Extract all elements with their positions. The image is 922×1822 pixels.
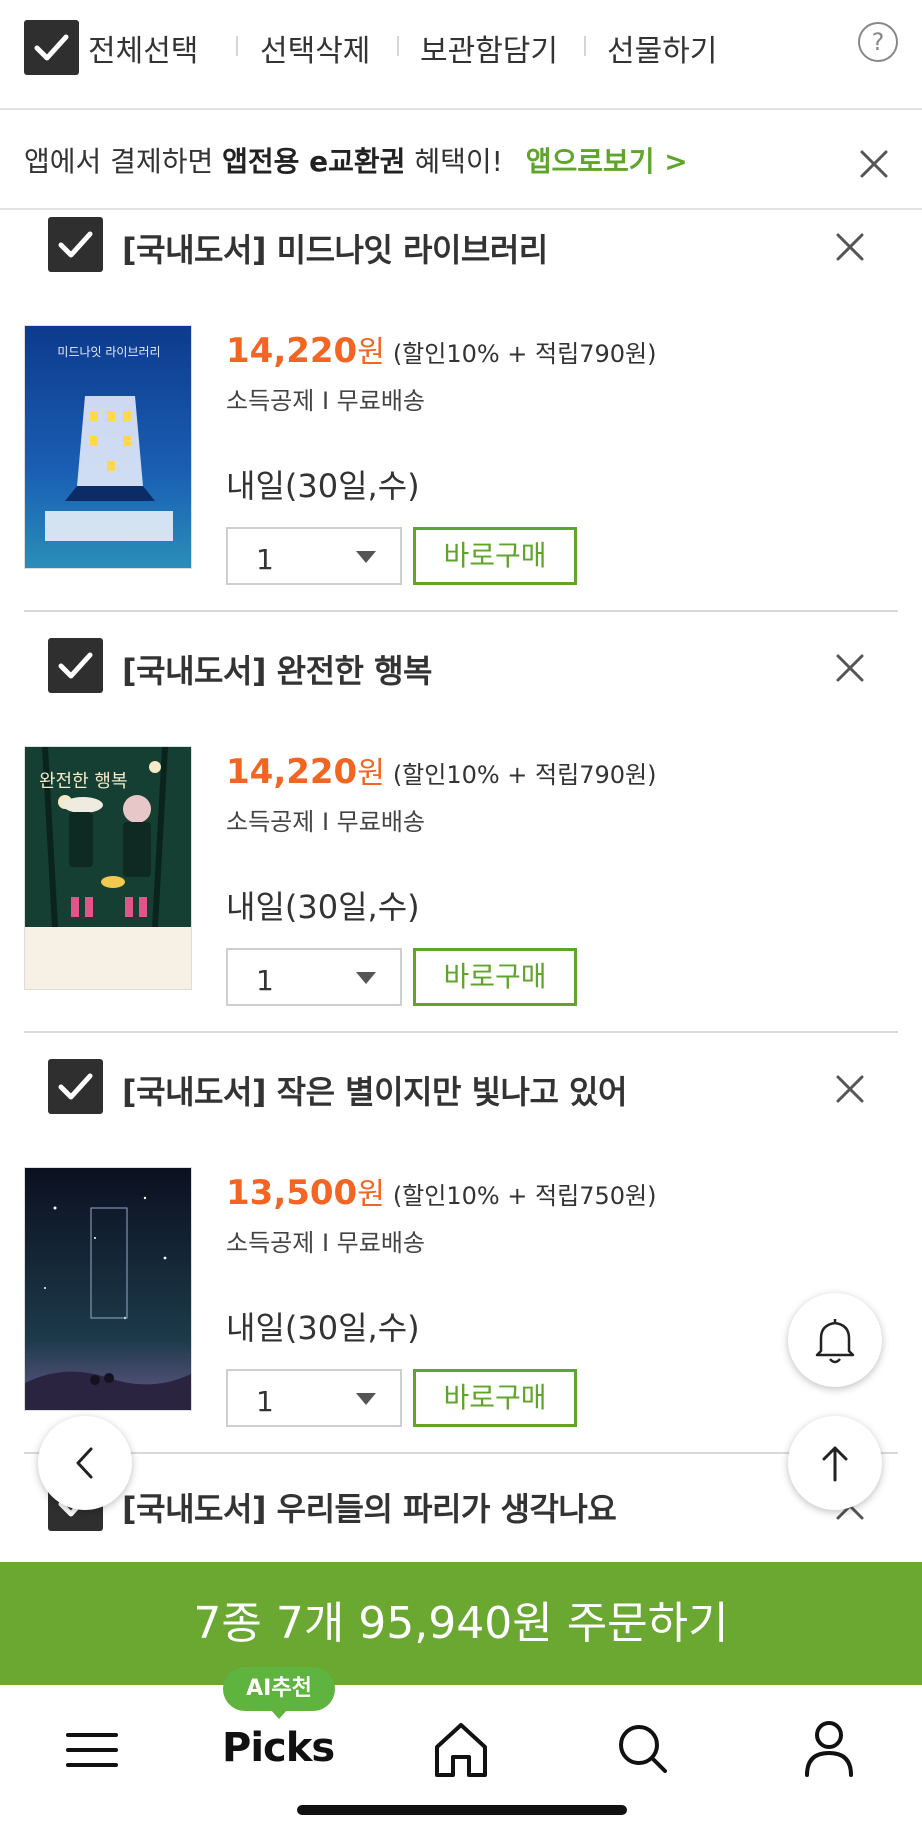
book-cover[interactable]: 완전한 행복	[24, 746, 192, 990]
dropdown-arrow-icon	[356, 551, 376, 563]
discount-note: (할인10% + 적립750원)	[392, 1182, 657, 1210]
price-value: 14,220	[226, 331, 358, 371]
order-button[interactable]: 7종 7개 95,940원 주문하기	[0, 1562, 922, 1685]
delivery-date: 내일(30일,수)	[226, 467, 420, 505]
promo-text: 앱에서 결제하면 앱전용 e교환권 혜택이! 앱으로보기 >	[24, 140, 688, 180]
price-unit: 원	[357, 756, 385, 791]
gift-button[interactable]: 선물하기	[607, 26, 717, 70]
item-divider	[24, 1031, 898, 1033]
scroll-to-top-button[interactable]	[788, 1416, 882, 1510]
help-icon[interactable]: ?	[858, 22, 898, 62]
item-price: 13,500원 (할인10% + 적립750원)	[226, 1169, 656, 1213]
quantity-select[interactable]: 1	[226, 948, 402, 1006]
item-checkbox[interactable]	[48, 638, 103, 693]
back-button[interactable]	[38, 1416, 132, 1510]
dropdown-arrow-icon	[356, 1393, 376, 1405]
delivery-date: 내일(30일,수)	[226, 1309, 420, 1347]
quantity-value: 1	[256, 964, 274, 997]
open-app-link[interactable]: 앱으로보기 >	[526, 145, 688, 178]
discount-note: (할인10% + 적립790원)	[392, 761, 657, 789]
arrow-up-icon	[822, 1446, 848, 1482]
chevron-left-icon	[76, 1447, 93, 1479]
cart-item: [국내도서] 우리들의 파리가 생각나요	[0, 1450, 922, 1562]
promo-text-prefix: 앱에서 결제하면	[24, 145, 223, 178]
quantity-value: 1	[256, 1385, 274, 1418]
item-title[interactable]: [국내도서] 우리들의 파리가 생각나요	[122, 1484, 617, 1530]
cart-item: [국내도서] 작은 별이지만 빛나고 있어 13,500원 (할인10% + 적…	[0, 1059, 922, 1480]
remove-item-icon[interactable]	[830, 227, 870, 267]
price-value: 13,500	[226, 1173, 358, 1213]
cart-toolbar: 전체선택 선택삭제 보관함담기 선물하기 ?	[0, 0, 922, 110]
buy-now-button[interactable]: 바로구매	[413, 948, 577, 1006]
bottom-nav: AI추천 Picks	[0, 1667, 922, 1822]
add-to-wishlist-button[interactable]: 보관함담기	[420, 26, 558, 70]
picks-button[interactable]: Picks	[222, 1725, 335, 1771]
menu-icon[interactable]	[52, 1713, 132, 1783]
notification-bell-button[interactable]	[788, 1293, 882, 1387]
buy-now-button[interactable]: 바로구매	[413, 1369, 577, 1427]
select-all-button[interactable]: 전체선택	[88, 26, 198, 70]
promo-text-suffix: 혜택이!	[405, 145, 503, 178]
item-tags: 소득공제 I 무료배송	[226, 1229, 425, 1257]
item-divider	[24, 610, 898, 612]
item-title[interactable]: [국내도서] 작은 별이지만 빛나고 있어	[122, 1067, 627, 1113]
item-price: 14,220원 (할인10% + 적립790원)	[226, 327, 656, 371]
dropdown-arrow-icon	[356, 972, 376, 984]
item-tags: 소득공제 I 무료배송	[226, 387, 425, 415]
select-all-checkbox[interactable]	[24, 20, 79, 75]
toolbar-divider	[584, 36, 586, 56]
discount-note: (할인10% + 적립790원)	[392, 340, 657, 368]
search-icon[interactable]	[603, 1713, 683, 1783]
toolbar-divider	[397, 36, 399, 56]
toolbar-divider	[236, 36, 238, 56]
price-value: 14,220	[226, 752, 358, 792]
buy-now-button[interactable]: 바로구매	[413, 527, 577, 585]
bell-icon	[815, 1319, 855, 1364]
quantity-select[interactable]: 1	[226, 527, 402, 585]
item-title[interactable]: [국내도서] 미드나잇 라이브러리	[122, 225, 548, 271]
item-checkbox[interactable]	[48, 1059, 103, 1114]
close-promo-icon[interactable]	[854, 144, 894, 184]
item-checkbox[interactable]	[48, 217, 103, 272]
book-cover-title: 미드나잇 라이브러리	[57, 345, 160, 359]
book-cover[interactable]: 미드나잇 라이브러리	[24, 325, 192, 569]
badge-tail	[270, 1709, 288, 1719]
delivery-date: 내일(30일,수)	[226, 888, 420, 926]
item-title[interactable]: [국내도서] 완전한 행복	[122, 646, 433, 692]
remove-item-icon[interactable]	[830, 648, 870, 688]
book-cover[interactable]	[24, 1167, 192, 1411]
quantity-select[interactable]: 1	[226, 1369, 402, 1427]
delete-selected-button[interactable]: 선택삭제	[260, 26, 370, 70]
price-unit: 원	[357, 335, 385, 370]
home-indicator	[297, 1805, 627, 1815]
promo-text-bold: 앱전용 e교환권	[222, 145, 406, 178]
item-price: 14,220원 (할인10% + 적립790원)	[226, 748, 656, 792]
ai-recommend-badge: AI추천	[223, 1667, 335, 1711]
price-unit: 원	[357, 1177, 385, 1212]
item-tags: 소득공제 I 무료배송	[226, 808, 425, 836]
remove-item-icon[interactable]	[830, 1069, 870, 1109]
quantity-value: 1	[256, 543, 274, 576]
app-promo-banner: 앱에서 결제하면 앱전용 e교환권 혜택이! 앱으로보기 >	[0, 112, 922, 210]
home-icon[interactable]	[421, 1713, 501, 1783]
book-cover-title: 완전한 행복	[39, 771, 128, 792]
cart-item: [국내도서] 완전한 행복 완전한 행복 14,220원 (할인10% + 적립7…	[0, 638, 922, 1059]
user-icon[interactable]	[789, 1713, 869, 1783]
cart-item: [국내도서] 미드나잇 라이브러리 미드나잇 라이브러리 14,220원 (할인…	[0, 217, 922, 638]
